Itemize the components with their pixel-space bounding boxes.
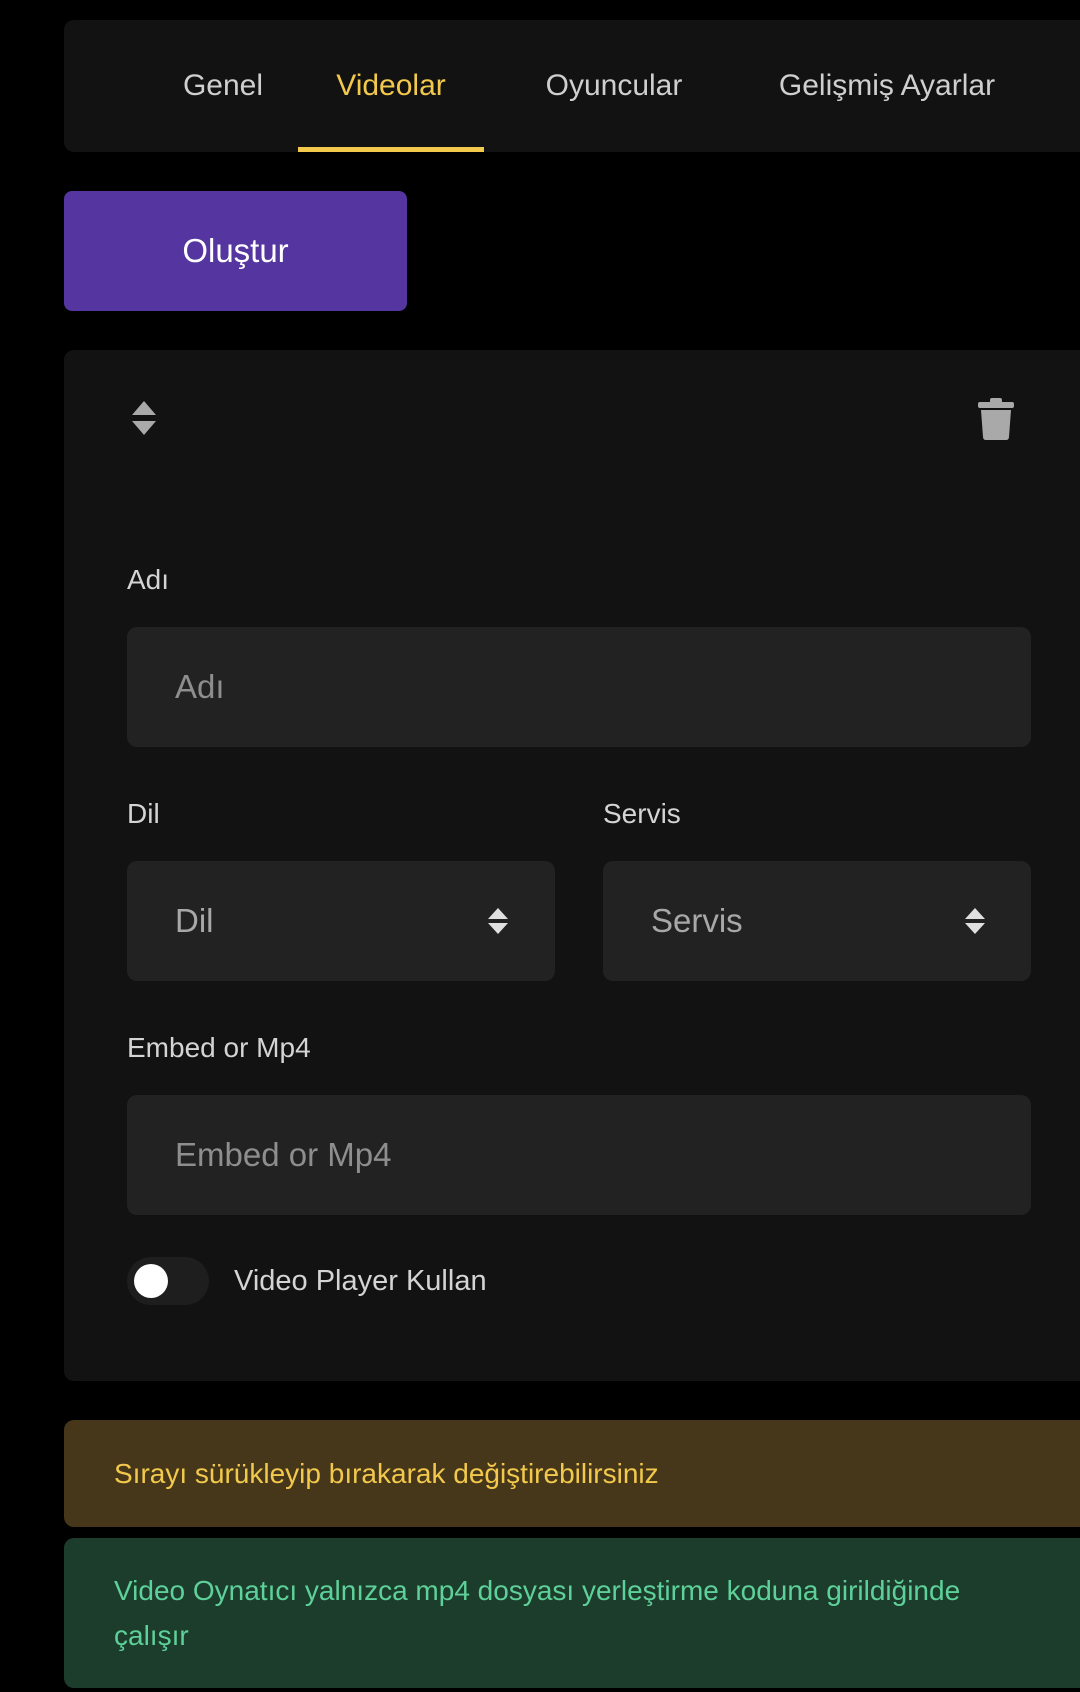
name-input[interactable] (127, 627, 1031, 747)
embed-label: Embed or Mp4 (127, 1032, 311, 1063)
embed-input[interactable] (127, 1095, 1031, 1215)
language-select[interactable]: Dil (127, 861, 555, 981)
select-arrows-icon (488, 908, 508, 934)
service-select[interactable]: Servis (603, 861, 1031, 981)
tab-bar: Genel Videolar Oyuncular Gelişmiş Ayarla… (64, 20, 1080, 152)
service-select-value: Servis (651, 902, 743, 939)
service-label: Servis (603, 798, 681, 829)
tab-videolar[interactable]: Videolar (298, 20, 484, 152)
video-player-toggle[interactable] (127, 1257, 209, 1305)
toggle-knob (134, 1264, 168, 1298)
language-select-value: Dil (175, 902, 214, 939)
tab-oyuncular[interactable]: Oyuncular (534, 20, 694, 152)
tab-genel[interactable]: Genel (154, 20, 292, 152)
tab-gelismis-ayarlar[interactable]: Gelişmiş Ayarlar (770, 20, 1004, 152)
video-player-info-text: Video Oynatıcı yalnızca mp4 dosyası yerl… (114, 1575, 961, 1651)
delete-button[interactable] (977, 398, 1015, 440)
video-item-card: Adı Dil Dil Servis Servis Embed or Mp4 V… (64, 350, 1080, 1381)
video-player-info-alert: Video Oynatıcı yalnızca mp4 dosyası yerl… (64, 1538, 1080, 1688)
drag-reorder-alert: Sırayı sürükleyip bırakarak değiştirebil… (64, 1420, 1080, 1527)
sort-icon[interactable] (131, 400, 157, 436)
create-button[interactable]: Oluştur (64, 191, 407, 311)
drag-reorder-alert-text: Sırayı sürükleyip bırakarak değiştirebil… (114, 1458, 659, 1489)
name-label: Adı (127, 564, 170, 595)
language-label: Dil (127, 798, 160, 829)
video-player-toggle-label: Video Player Kullan (234, 1265, 487, 1297)
trash-icon (978, 398, 1014, 440)
select-arrows-icon (965, 908, 985, 934)
